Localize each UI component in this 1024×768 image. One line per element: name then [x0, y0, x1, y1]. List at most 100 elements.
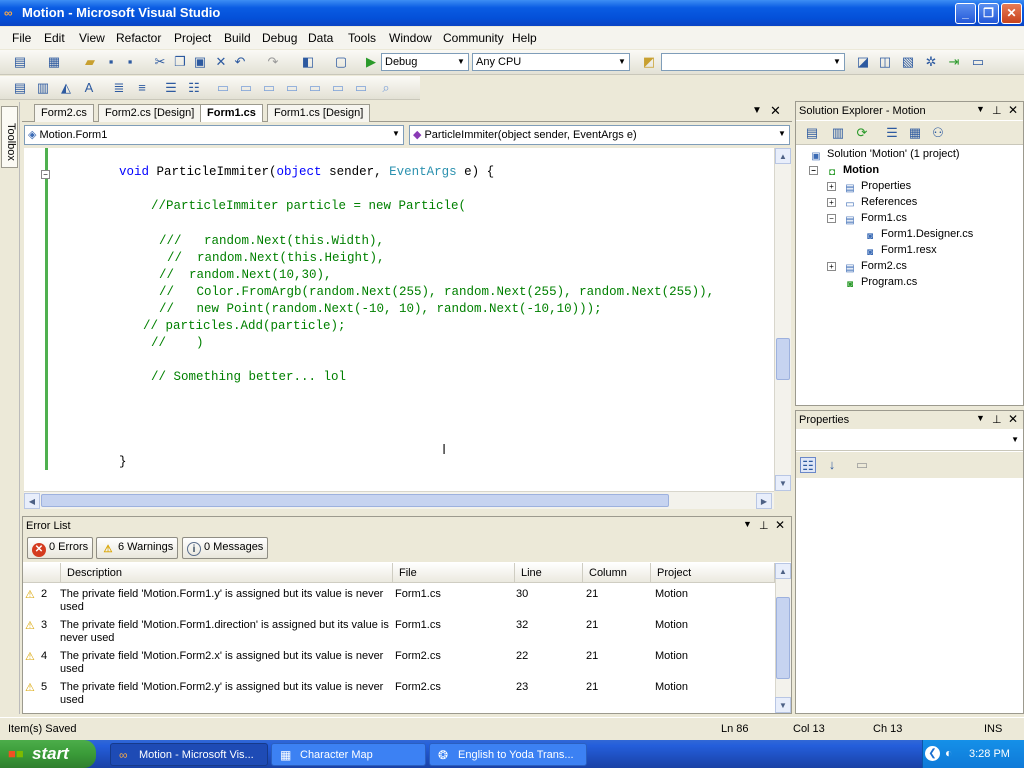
scroll-right-icon[interactable]: ▶ [756, 493, 772, 509]
save-icon[interactable]: ▪ [103, 54, 119, 70]
tab-form2-design[interactable]: Form2.cs [Design] [98, 104, 202, 122]
member-list-icon[interactable]: ▤ [12, 80, 28, 96]
bookmark-document-icon[interactable]: ▭ [330, 80, 346, 96]
menu-file[interactable]: File [12, 31, 31, 45]
menu-build[interactable]: Build [224, 31, 251, 45]
class-combo[interactable]: ◈ Motion.Form1 ▼ [24, 125, 404, 145]
window-position-icon[interactable]: ▼ [743, 519, 752, 529]
alphabetical-icon[interactable]: ↓ [824, 457, 840, 473]
menu-tools[interactable]: Tools [348, 31, 376, 45]
scroll-up-icon[interactable]: ▲ [775, 148, 791, 164]
add-item-icon[interactable]: ▦ [46, 54, 62, 70]
start-page-icon[interactable]: ⇥ [946, 54, 962, 70]
window-position-icon[interactable]: ▼ [976, 413, 985, 423]
error-list-scroll-thumb[interactable] [776, 597, 790, 679]
search-icon[interactable]: ⌕ [378, 80, 394, 96]
menu-edit[interactable]: Edit [44, 31, 65, 45]
next-bookmark-icon[interactable]: ▭ [261, 80, 277, 96]
decrease-indent-icon[interactable]: ≣ [111, 80, 127, 96]
error-row[interactable]: ⚠ 5 The private field 'Motion.Form2.y' i… [25, 677, 775, 708]
increase-indent-icon[interactable]: ≡ [134, 80, 150, 96]
tree-solution[interactable]: ▣ Solution 'Motion' (1 project) [809, 148, 959, 163]
editor-vertical-scrollbar[interactable]: ▲ ▼ [774, 148, 791, 491]
menu-help[interactable]: Help [512, 31, 537, 45]
property-pages-icon[interactable]: ▭ [854, 457, 870, 473]
column-header-project[interactable]: Project [651, 563, 775, 583]
next-bookmark-folder-icon[interactable]: ▭ [307, 80, 323, 96]
start-button[interactable]: ■■ start [0, 740, 96, 768]
expand-icon[interactable]: + [827, 182, 836, 191]
taskbar-item-character-map[interactable]: ▦ Character Map [271, 743, 426, 766]
tree-form1-resx[interactable]: ◙ Form1.resx [863, 244, 937, 259]
properties-window-icon[interactable]: ◫ [877, 54, 893, 70]
column-header-file[interactable]: File [393, 563, 515, 583]
minimize-button[interactable]: _ [955, 3, 976, 24]
tab-form1-design[interactable]: Form1.cs [Design] [267, 104, 371, 122]
collapse-icon[interactable]: − [809, 166, 818, 175]
close-panel-icon[interactable]: ✕ [1008, 103, 1018, 117]
object-browser-icon[interactable]: ▧ [900, 54, 916, 70]
menu-data[interactable]: Data [308, 31, 333, 45]
uncomment-lines-icon[interactable]: ☷ [186, 80, 202, 96]
tab-form2-cs[interactable]: Form2.cs [34, 104, 94, 122]
command-window-icon[interactable]: ▭ [970, 54, 986, 70]
menu-community[interactable]: Community [443, 31, 504, 45]
properties-icon[interactable]: ▤ [804, 125, 820, 141]
bookmark-icon[interactable]: ▭ [215, 80, 231, 96]
close-panel-icon[interactable]: ✕ [775, 518, 785, 532]
tree-program-cs[interactable]: ◙ Program.cs [843, 276, 917, 291]
redo-icon[interactable]: ↷ [265, 54, 281, 70]
tab-form1-cs[interactable]: Form1.cs [200, 104, 263, 122]
menu-project[interactable]: Project [174, 31, 211, 45]
toolbox-icon[interactable]: ✲ [923, 54, 939, 70]
column-header-description[interactable]: Description [61, 563, 393, 583]
tree-form1-cs[interactable]: − ▤ Form1.cs [827, 212, 907, 227]
cut-icon[interactable]: ✂ [152, 54, 168, 70]
class-diagram-icon[interactable]: ⚇ [930, 125, 946, 141]
platform-combo[interactable]: Any CPU ▼ [472, 53, 630, 71]
error-row[interactable]: ⚠ 2 The private field 'Motion.Form1.y' i… [25, 584, 775, 615]
column-header-column[interactable]: Column [583, 563, 651, 583]
menu-view[interactable]: View [79, 31, 105, 45]
close-document-icon[interactable]: ✕ [770, 103, 781, 119]
auto-hide-pin-icon[interactable]: ⊥ [992, 413, 1002, 426]
paste-icon[interactable]: ▣ [192, 54, 208, 70]
vertical-scroll-thumb[interactable] [776, 338, 790, 380]
undo-icon[interactable]: ↶ [232, 54, 248, 70]
comment-lines-icon[interactable]: ☰ [163, 80, 179, 96]
column-header-line[interactable]: Line [515, 563, 583, 583]
warnings-filter-button[interactable]: ⚠ 6 Warnings [96, 537, 179, 559]
delete-icon[interactable]: ✕ [213, 54, 229, 70]
menu-window[interactable]: Window [389, 31, 432, 45]
bookmark-folder-icon[interactable]: ▭ [284, 80, 300, 96]
previous-bookmark-icon[interactable]: ▭ [238, 80, 254, 96]
scroll-left-icon[interactable]: ◀ [24, 493, 40, 509]
member-combo[interactable]: ◆ ParticleImmiter(object sender, EventArg… [409, 125, 790, 145]
errors-filter-button[interactable]: ✕ 0 Errors [27, 537, 94, 559]
parameter-info-icon[interactable]: ▥ [35, 80, 51, 96]
solution-explorer-icon[interactable]: ◪ [855, 54, 871, 70]
tree-project-motion[interactable]: − ◘ Motion [809, 164, 879, 179]
menu-refactor[interactable]: Refactor [116, 31, 161, 45]
scroll-down-icon[interactable]: ▼ [775, 475, 791, 491]
messages-filter-button[interactable]: i0 Messages [182, 537, 269, 559]
error-row[interactable]: ⚠ 3 The private field 'Motion.Form1.dire… [25, 615, 775, 646]
find-in-files-icon[interactable]: ◩ [641, 54, 657, 70]
view-code-icon[interactable]: ☰ [884, 125, 900, 141]
auto-hide-pin-icon[interactable]: ⊥ [992, 104, 1002, 117]
start-debugging-icon[interactable]: ▶ [363, 54, 379, 70]
expand-icon[interactable]: + [827, 198, 836, 207]
auto-hide-pin-icon[interactable]: ⊥ [759, 519, 769, 532]
collapse-icon[interactable]: − [827, 214, 836, 223]
copy-icon[interactable]: ❐ [172, 54, 188, 70]
collapse-region-icon[interactable]: − [41, 170, 50, 179]
taskbar-item-visual-studio[interactable]: ∞ Motion - Microsoft Vis... [110, 743, 268, 766]
tree-form2-cs[interactable]: + ▤ Form2.cs [827, 260, 907, 275]
volume-icon[interactable]: ◐ [945, 746, 952, 760]
close-panel-icon[interactable]: ✕ [1008, 412, 1018, 426]
quick-info-icon[interactable]: ◭ [58, 80, 74, 96]
scroll-up-icon[interactable]: ▲ [775, 563, 791, 579]
navigate-backward-icon[interactable]: ◧ [300, 54, 316, 70]
save-all-icon[interactable]: ▪ [122, 54, 138, 70]
expand-icon[interactable]: + [827, 262, 836, 271]
